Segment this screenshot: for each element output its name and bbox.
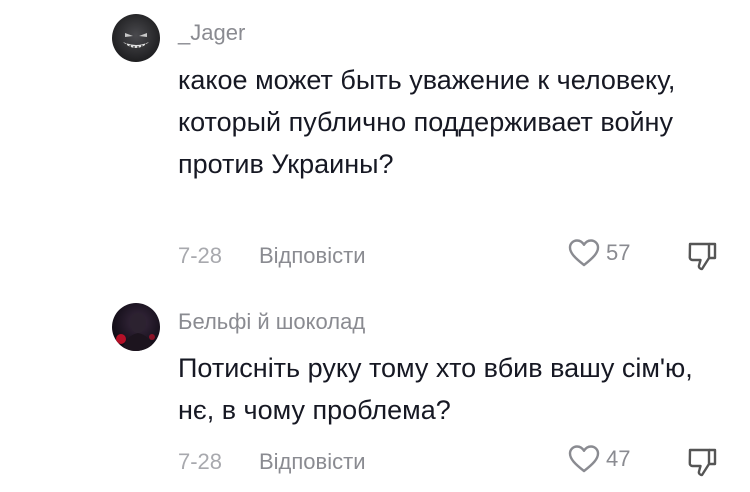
like-count: 47 (606, 446, 631, 471)
comment-date: 7-28 (178, 449, 223, 474)
reply-button[interactable]: Відповісти (259, 449, 366, 475)
dislike-button[interactable] (686, 446, 718, 483)
comment-username[interactable]: Бельфі й шоколад (178, 309, 365, 335)
heart-outline-icon (568, 445, 600, 473)
commenter-avatar[interactable] (112, 303, 160, 351)
portrait-avatar-icon (112, 303, 160, 351)
thumbs-down-outline-icon (688, 448, 717, 477)
like-button[interactable]: 47 (568, 444, 630, 474)
comment-text: Потисніть руку тому хто вбив вашу сім'ю,… (178, 353, 693, 425)
comment-item: Бельфі й шоколад Потисніть руку тому хто… (0, 0, 750, 492)
